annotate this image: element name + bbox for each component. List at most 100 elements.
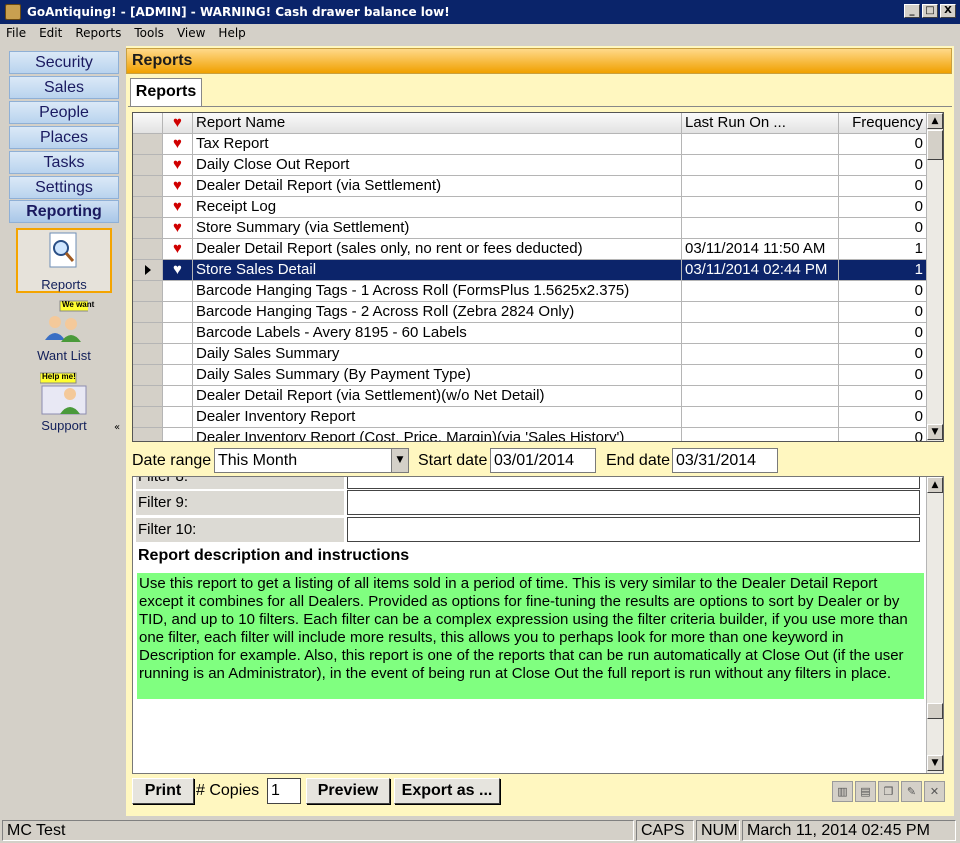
list-view-icon[interactable]: ▤ xyxy=(855,781,876,802)
last-run-cell[interactable] xyxy=(682,155,839,175)
favorite-heart-icon[interactable]: ♥ xyxy=(163,176,193,196)
favorite-heart-icon[interactable] xyxy=(163,428,193,441)
nav-settings[interactable]: Settings xyxy=(9,176,119,199)
row-selector[interactable] xyxy=(133,323,163,343)
last-run-cell[interactable] xyxy=(682,386,839,406)
table-row[interactable]: ♥ Dealer Detail Report (via Settlement) 0 xyxy=(133,176,926,197)
report-name-cell[interactable]: Daily Close Out Report xyxy=(193,155,682,175)
favorite-heart-icon[interactable] xyxy=(163,407,193,427)
report-name-cell[interactable]: Barcode Hanging Tags - 2 Across Roll (Ze… xyxy=(193,302,682,322)
favorite-heart-icon[interactable]: ♥ xyxy=(163,134,193,154)
table-row[interactable]: ♥ Store Summary (via Settlement) 0 xyxy=(133,218,926,239)
filter-9-input[interactable] xyxy=(347,490,920,515)
row-selector[interactable] xyxy=(133,281,163,301)
close-button[interactable]: X xyxy=(940,4,956,18)
frequency-cell[interactable]: 0 xyxy=(839,155,926,175)
tool-want-list[interactable]: We want Want List xyxy=(16,300,112,364)
scroll-thumb[interactable] xyxy=(927,130,943,160)
table-row[interactable]: Barcode Hanging Tags - 1 Across Roll (Fo… xyxy=(133,281,926,302)
preview-button[interactable]: Preview xyxy=(306,778,390,804)
collapse-nav-button[interactable]: « xyxy=(114,422,120,433)
row-selector[interactable] xyxy=(133,407,163,427)
frequency-cell[interactable]: 0 xyxy=(839,386,926,406)
app-icon[interactable] xyxy=(5,4,21,20)
favorite-heart-icon[interactable]: ♥ xyxy=(163,155,193,175)
report-name-cell[interactable]: Barcode Labels - Avery 8195 - 60 Labels xyxy=(193,323,682,343)
menu-reports[interactable]: Reports xyxy=(73,26,123,40)
delete-icon[interactable]: ✕ xyxy=(924,781,945,802)
table-row[interactable]: Daily Sales Summary (By Payment Type) 0 xyxy=(133,365,926,386)
scroll-up-icon[interactable]: ▲ xyxy=(927,477,943,493)
last-run-cell[interactable] xyxy=(682,428,839,441)
end-date-input[interactable]: 03/31/2014 xyxy=(672,448,778,473)
report-name-cell[interactable]: Daily Sales Summary xyxy=(193,344,682,364)
nav-people[interactable]: People xyxy=(9,101,119,124)
row-selector[interactable] xyxy=(133,386,163,406)
frequency-cell[interactable]: 0 xyxy=(839,302,926,322)
column-header-report-name[interactable]: Report Name xyxy=(193,113,682,133)
report-name-cell[interactable]: Dealer Inventory Report xyxy=(193,407,682,427)
menu-help[interactable]: Help xyxy=(216,26,247,40)
tool-support[interactable]: Help me! Support xyxy=(16,372,112,434)
last-run-cell[interactable]: 03/11/2014 02:44 PM xyxy=(682,260,839,280)
table-row[interactable]: Dealer Inventory Report (Cost, Price, Ma… xyxy=(133,428,926,441)
favorite-heart-icon[interactable]: ♥ xyxy=(163,239,193,259)
nav-tasks[interactable]: Tasks xyxy=(9,151,119,174)
row-selector[interactable] xyxy=(133,155,163,175)
frequency-cell[interactable]: 0 xyxy=(839,134,926,154)
table-row[interactable]: Barcode Labels - Avery 8195 - 60 Labels 0 xyxy=(133,323,926,344)
menu-view[interactable]: View xyxy=(175,26,207,40)
last-run-cell[interactable] xyxy=(682,407,839,427)
favorite-heart-icon[interactable] xyxy=(163,302,193,322)
frequency-cell[interactable]: 0 xyxy=(839,197,926,217)
print-button[interactable]: Print xyxy=(132,778,194,804)
table-row[interactable]: ♥ Dealer Detail Report (sales only, no re… xyxy=(133,239,926,260)
favorite-heart-icon[interactable] xyxy=(163,365,193,385)
table-row[interactable]: ♥ Store Sales Detail 03/11/2014 02:44 PM 1 xyxy=(133,260,926,281)
frequency-cell[interactable]: 0 xyxy=(839,365,926,385)
columns-view-icon[interactable]: ▥ xyxy=(832,781,853,802)
table-row[interactable]: Daily Sales Summary 0 xyxy=(133,344,926,365)
grid-scrollbar[interactable]: ▲ ▼ xyxy=(926,113,943,441)
report-name-cell[interactable]: Dealer Detail Report (via Settlement)(w/… xyxy=(193,386,682,406)
maximize-button[interactable]: □ xyxy=(922,4,938,18)
copy-icon[interactable]: ❐ xyxy=(878,781,899,802)
scroll-up-icon[interactable]: ▲ xyxy=(927,113,943,129)
favorite-heart-icon[interactable]: ♥ xyxy=(163,260,193,280)
row-selector[interactable] xyxy=(133,218,163,238)
table-row[interactable]: ♥ Daily Close Out Report 0 xyxy=(133,155,926,176)
column-header-last-run[interactable]: Last Run On ... xyxy=(682,113,839,133)
start-date-input[interactable]: 03/01/2014 xyxy=(490,448,596,473)
chevron-down-icon[interactable]: ▼ xyxy=(391,449,408,472)
frequency-cell[interactable]: 1 xyxy=(839,239,926,259)
date-range-select[interactable]: This Month ▼ xyxy=(214,448,409,473)
frequency-cell[interactable]: 0 xyxy=(839,344,926,364)
menu-edit[interactable]: Edit xyxy=(37,26,64,40)
table-row[interactable]: ♥ Receipt Log 0 xyxy=(133,197,926,218)
report-name-cell[interactable]: Dealer Detail Report (sales only, no ren… xyxy=(193,239,682,259)
scroll-down-icon[interactable]: ▼ xyxy=(927,424,943,440)
last-run-cell[interactable] xyxy=(682,134,839,154)
table-row[interactable]: Dealer Inventory Report 0 xyxy=(133,407,926,428)
edit-icon[interactable]: ✎ xyxy=(901,781,922,802)
filter-10-input[interactable] xyxy=(347,517,920,542)
frequency-cell[interactable]: 0 xyxy=(839,323,926,343)
row-selector[interactable] xyxy=(133,302,163,322)
frequency-cell[interactable]: 0 xyxy=(839,218,926,238)
row-selector[interactable] xyxy=(133,176,163,196)
column-header-frequency[interactable]: Frequency xyxy=(839,113,926,133)
last-run-cell[interactable] xyxy=(682,323,839,343)
scroll-thumb[interactable] xyxy=(927,703,943,719)
favorite-heart-icon[interactable] xyxy=(163,281,193,301)
nav-reporting[interactable]: Reporting xyxy=(9,200,119,223)
table-row[interactable]: ♥ Tax Report 0 xyxy=(133,134,926,155)
grid-header-selector[interactable] xyxy=(133,113,163,133)
report-name-cell[interactable]: Barcode Hanging Tags - 1 Across Roll (Fo… xyxy=(193,281,682,301)
menu-tools[interactable]: Tools xyxy=(132,26,166,40)
report-name-cell[interactable]: Store Summary (via Settlement) xyxy=(193,218,682,238)
row-selector[interactable] xyxy=(133,134,163,154)
table-row[interactable]: Barcode Hanging Tags - 2 Across Roll (Ze… xyxy=(133,302,926,323)
row-selector[interactable] xyxy=(133,365,163,385)
minimize-button[interactable]: _ xyxy=(904,4,920,18)
report-name-cell[interactable]: Dealer Detail Report (via Settlement) xyxy=(193,176,682,196)
